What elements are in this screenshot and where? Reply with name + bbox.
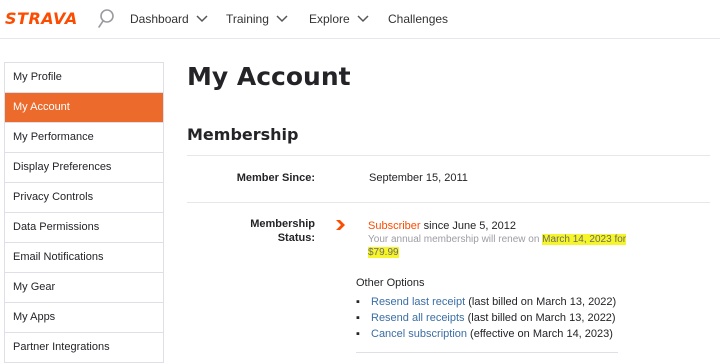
chevron-down-icon bbox=[196, 15, 208, 23]
nav-training[interactable]: Training bbox=[226, 11, 288, 27]
chevron-right-icon bbox=[336, 220, 345, 230]
top-navigation: STRAVA Dashboard Training Explore Challe… bbox=[0, 0, 720, 39]
membership-status-label: Membership Status: bbox=[200, 217, 315, 245]
member-since-value: September 15, 2011 bbox=[369, 172, 468, 184]
membership-status-label-line2: Status: bbox=[277, 232, 315, 244]
bullet: ▪ bbox=[356, 296, 360, 308]
cancel-subscription-note: (effective on March 14, 2023) bbox=[467, 328, 613, 340]
chevron-down-icon bbox=[276, 15, 288, 23]
divider bbox=[187, 202, 710, 203]
resend-all-receipts-link[interactable]: Resend all receipts bbox=[371, 312, 465, 324]
nav-explore-label: Explore bbox=[309, 12, 350, 26]
sidebar-item-email-notifications[interactable]: Email Notifications bbox=[5, 243, 163, 273]
search-icon[interactable] bbox=[96, 8, 116, 30]
nav-dashboard-label: Dashboard bbox=[130, 12, 189, 26]
nav-challenges-label: Challenges bbox=[388, 12, 449, 26]
resend-last-receipt-note: (last billed on March 13, 2022) bbox=[465, 296, 617, 308]
other-options-title: Other Options bbox=[356, 277, 425, 289]
resend-last-receipt-link[interactable]: Resend last receipt bbox=[371, 296, 465, 308]
page-title: My Account bbox=[187, 62, 351, 91]
chevron-down-icon bbox=[357, 15, 369, 23]
subscriber-status: Subscriber bbox=[368, 220, 421, 232]
divider bbox=[356, 352, 618, 353]
member-since-label: Member Since: bbox=[236, 172, 315, 184]
sidebar-item-my-account[interactable]: My Account bbox=[5, 93, 163, 123]
sidebar-item-my-gear[interactable]: My Gear bbox=[5, 273, 163, 303]
membership-status-value: Subscriber since June 5, 2012 bbox=[368, 220, 516, 232]
sidebar-item-my-profile[interactable]: My Profile bbox=[5, 63, 163, 93]
bullet: ▪ bbox=[356, 328, 360, 340]
subscriber-since: since June 5, 2012 bbox=[420, 220, 516, 232]
section-title-membership: Membership bbox=[187, 125, 299, 144]
sidebar-item-data-permissions[interactable]: Data Permissions bbox=[5, 213, 163, 243]
divider bbox=[187, 155, 710, 156]
option-cancel-subscription: ▪ Cancel subscription (effective on March… bbox=[356, 328, 613, 340]
settings-sidebar: My Profile My Account My Performance Dis… bbox=[4, 62, 164, 363]
sidebar-item-display-preferences[interactable]: Display Preferences bbox=[5, 153, 163, 183]
cancel-subscription-link[interactable]: Cancel subscription bbox=[371, 328, 467, 340]
strava-logo[interactable]: STRAVA bbox=[5, 9, 78, 28]
nav-challenges[interactable]: Challenges bbox=[388, 11, 448, 27]
option-resend-last-receipt: ▪ Resend last receipt (last billed on Mar… bbox=[356, 296, 616, 308]
sidebar-item-privacy-controls[interactable]: Privacy Controls bbox=[5, 183, 163, 213]
resend-all-receipts-note: (last billed on March 13, 2022) bbox=[464, 312, 616, 324]
bullet: ▪ bbox=[356, 312, 360, 324]
sidebar-item-partner-integrations[interactable]: Partner Integrations bbox=[5, 333, 163, 363]
nav-training-label: Training bbox=[226, 12, 269, 26]
sidebar-item-my-performance[interactable]: My Performance bbox=[5, 123, 163, 153]
nav-dashboard[interactable]: Dashboard bbox=[130, 11, 208, 27]
option-resend-all-receipts: ▪ Resend all receipts (last billed on Mar… bbox=[356, 312, 616, 324]
renewal-prefix: Your annual membership will renew on bbox=[368, 234, 543, 245]
renewal-notice: Your annual membership will renew on Mar… bbox=[368, 233, 638, 259]
nav-explore[interactable]: Explore bbox=[309, 11, 369, 27]
membership-status-label-line1: Membership bbox=[250, 218, 315, 230]
sidebar-item-my-apps[interactable]: My Apps bbox=[5, 303, 163, 333]
